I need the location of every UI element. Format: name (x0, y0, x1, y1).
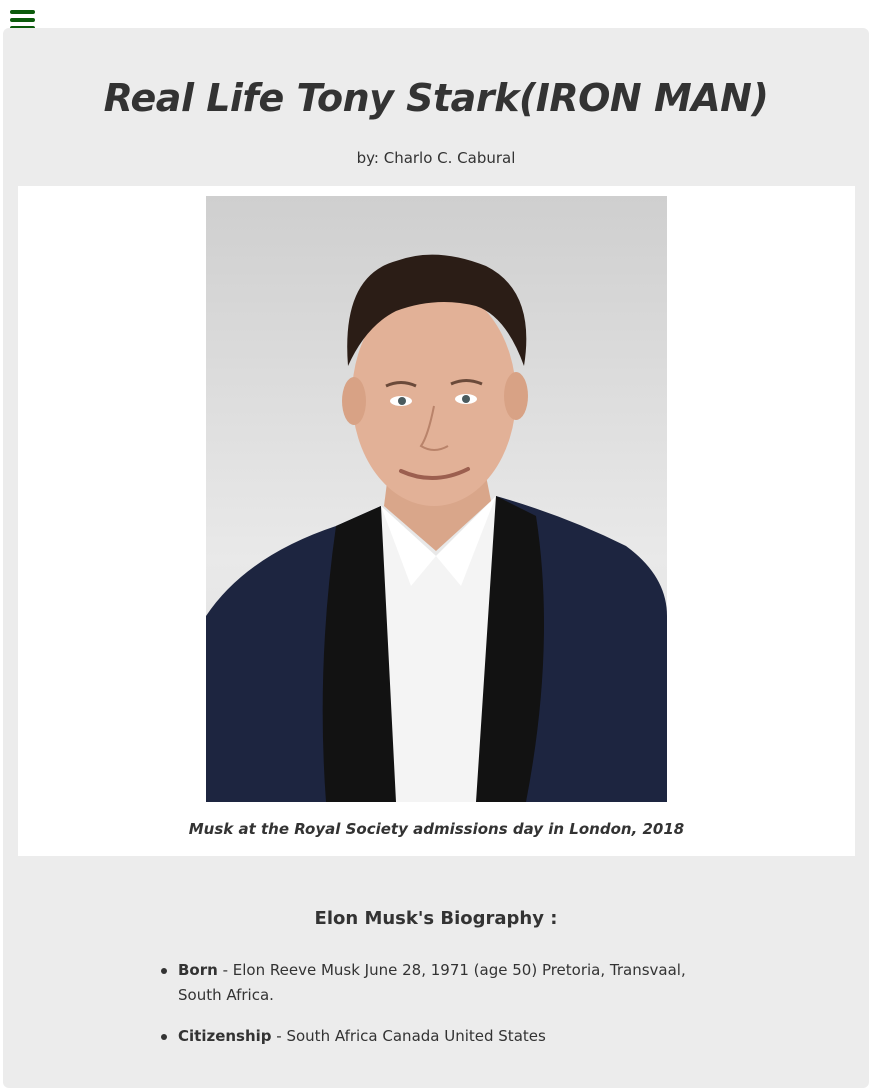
photo-caption: Musk at the Royal Society admissions day… (188, 820, 685, 838)
biography-list: Born - Elon Reeve Musk June 28, 1971 (ag… (160, 958, 700, 1065)
author-byline: by: Charlo C. Cabural (356, 149, 516, 167)
menu-bar-middle (10, 18, 35, 22)
list-item-text: - South Africa Canada United States (271, 1027, 546, 1045)
biography-heading: Elon Musk's Biography : (314, 908, 558, 929)
page-title: Real Life Tony Stark(IRON MAN) (103, 76, 769, 120)
list-item: Citizenship - South Africa Canada United… (160, 1024, 700, 1049)
photo-figure: Musk at the Royal Society admissions day… (18, 186, 855, 856)
menu-bar-top (10, 10, 35, 14)
portrait-illustration (206, 254, 667, 802)
list-item-label: Born (178, 961, 218, 979)
list-item-text: - Elon Reeve Musk June 28, 1971 (age 50)… (178, 961, 686, 1004)
portrait-photo (206, 196, 667, 802)
list-item-label: Citizenship (178, 1027, 272, 1045)
main-content-panel: Real Life Tony Stark(IRON MAN) by: Charl… (3, 28, 869, 1088)
list-item: Born - Elon Reeve Musk June 28, 1971 (ag… (160, 958, 700, 1008)
